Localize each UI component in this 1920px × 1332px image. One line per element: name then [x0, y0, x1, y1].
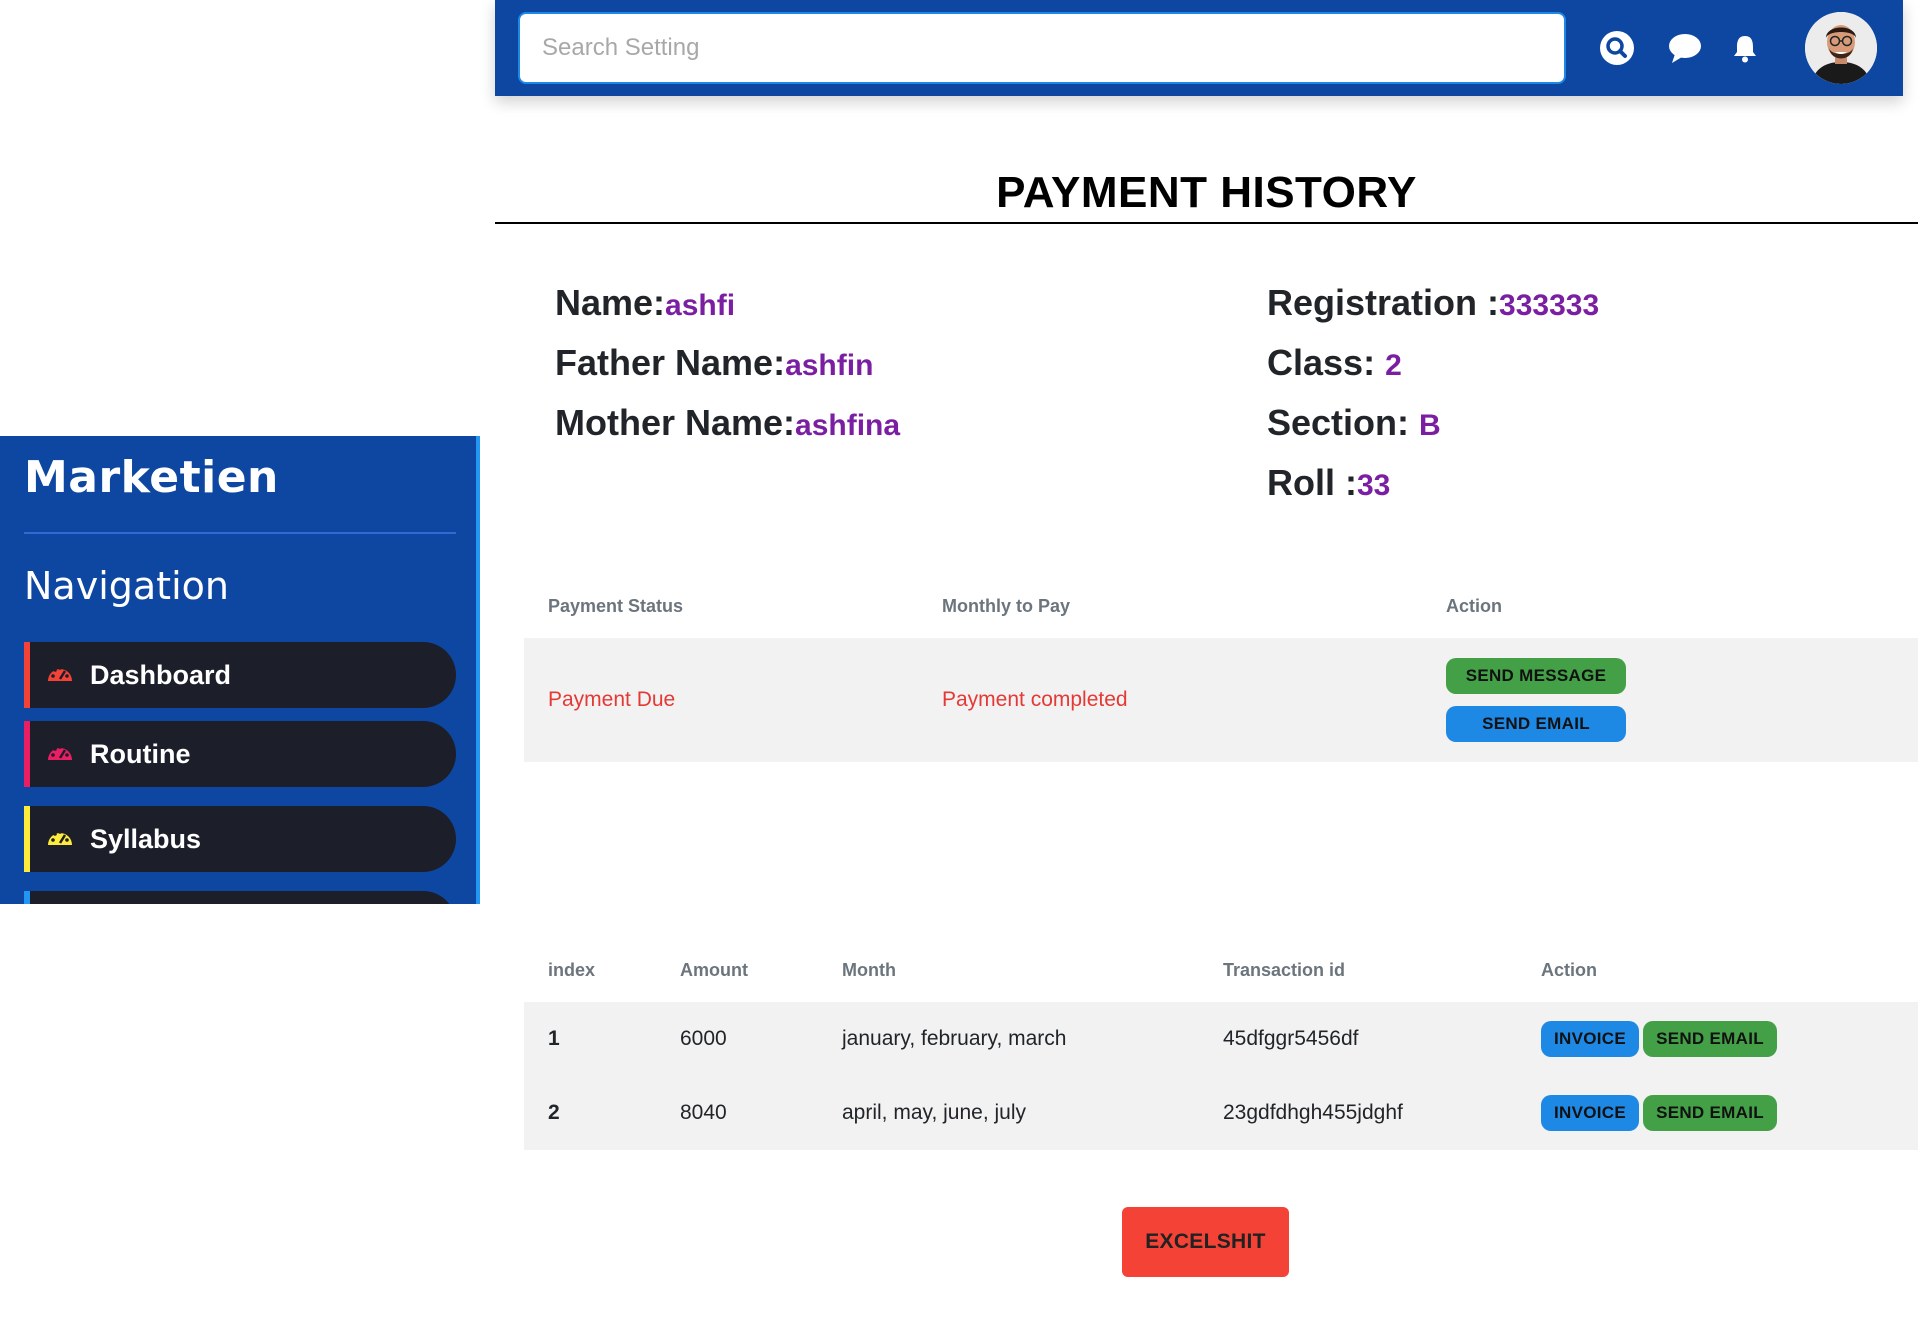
sidebar-item-routine[interactable]: Routine: [24, 721, 456, 787]
index-cell: 1: [524, 1002, 656, 1076]
month-cell: january, february, march: [818, 1002, 1199, 1076]
column-header: Monthly to Pay: [942, 595, 1071, 616]
search-icon[interactable]: [1599, 30, 1635, 66]
amount-cell: 8040: [656, 1076, 818, 1150]
column-header: Amount: [680, 959, 748, 980]
invoice-button[interactable]: INVOICE: [1541, 1021, 1639, 1057]
send-message-button[interactable]: SEND MESSAGE: [1446, 658, 1626, 694]
invoice-button[interactable]: INVOICE: [1541, 1095, 1639, 1131]
sidebar-item-partial[interactable]: [24, 891, 456, 904]
page-title: PAYMENT HISTORY: [996, 168, 1417, 217]
chat-icon[interactable]: [1667, 30, 1703, 66]
monthly-to-pay-cell: Payment completed: [918, 638, 1422, 762]
action-cell: SEND MESSAGE SEND EMAIL: [1422, 638, 1918, 762]
section: Section: B: [1267, 402, 1441, 443]
app-logo: Marketien: [24, 452, 279, 503]
dashboard-icon: [48, 745, 72, 760]
send-email-button[interactable]: SEND EMAIL: [1643, 1095, 1777, 1131]
registration-value: 333333: [1499, 289, 1600, 322]
section-value: B: [1419, 409, 1441, 442]
transaction-id-cell: 23gdfdhgh455jdghf: [1199, 1076, 1517, 1150]
column-header: index: [548, 959, 596, 980]
payments-table: index Amount Month Transaction id Action…: [524, 938, 1918, 1150]
roll-value: 33: [1356, 469, 1391, 502]
registration: Registration :333333: [1267, 282, 1600, 323]
mother-name: Mother Name:ashfina: [555, 402, 901, 443]
dashboard-icon: [48, 830, 72, 845]
father-name-value: ashfin: [785, 349, 874, 382]
send-email-button[interactable]: SEND EMAIL: [1643, 1021, 1777, 1057]
table-row: Payment Due Payment completed SEND MESSA…: [524, 638, 1918, 762]
payment-status-cell: Payment Due: [524, 638, 918, 762]
action-cell: INVOICE SEND EMAIL: [1517, 1076, 1918, 1150]
sidebar-item-syllabus[interactable]: Syllabus: [24, 806, 456, 872]
user-photo-icon: [1805, 12, 1877, 84]
sidebar-item-label: Routine: [90, 738, 191, 769]
avatar[interactable]: [1805, 12, 1877, 84]
transaction-id-cell: 45dfggr5456df: [1199, 1002, 1517, 1076]
father-name: Father Name:ashfin: [555, 342, 874, 383]
amount-cell: 6000: [656, 1002, 818, 1076]
action-cell: INVOICE SEND EMAIL: [1517, 1002, 1918, 1076]
nav-title: Navigation: [24, 564, 229, 608]
month-cell: april, may, june, july: [818, 1076, 1199, 1150]
export-excel-button[interactable]: EXCELSHIT: [1122, 1207, 1289, 1277]
roll: Roll :33: [1267, 462, 1391, 503]
column-header: Action: [1541, 959, 1597, 980]
bell-icon[interactable]: [1727, 30, 1763, 66]
class: Class: 2: [1267, 342, 1402, 383]
index-cell: 2: [524, 1076, 656, 1150]
table-header-row: index Amount Month Transaction id Action: [524, 938, 1918, 1002]
top-header: [495, 0, 1903, 96]
dashboard-icon: [48, 666, 72, 681]
search-input[interactable]: [520, 14, 1564, 82]
column-header: Month: [842, 959, 896, 980]
table-row: 2 8040 april, may, june, july 23gdfdhgh4…: [524, 1076, 1918, 1150]
search-box[interactable]: [518, 12, 1566, 84]
column-header: Payment Status: [548, 595, 684, 616]
payment-status-table: Payment Status Monthly to Pay Action Pay…: [524, 574, 1918, 762]
table-header-row: Payment Status Monthly to Pay Action: [524, 574, 1918, 638]
column-header: Transaction id: [1223, 959, 1346, 980]
sidebar-item-label: Dashboard: [90, 659, 232, 690]
sidebar-item-label: Syllabus: [90, 823, 202, 854]
sidebar: Marketien Navigation Dashboard Routine S…: [0, 436, 480, 904]
send-email-button[interactable]: SEND EMAIL: [1446, 706, 1626, 742]
mother-name-value: ashfina: [795, 409, 901, 442]
title-divider: [495, 222, 1918, 224]
sidebar-item-dashboard[interactable]: Dashboard: [24, 642, 456, 708]
student-name: Name:ashfi: [555, 282, 736, 323]
student-name-value: ashfi: [665, 289, 736, 322]
class-value: 2: [1385, 349, 1402, 382]
table-row: 1 6000 january, february, march 45dfggr5…: [524, 1002, 1918, 1076]
column-header: Action: [1446, 595, 1502, 616]
sidebar-divider: [24, 532, 456, 534]
